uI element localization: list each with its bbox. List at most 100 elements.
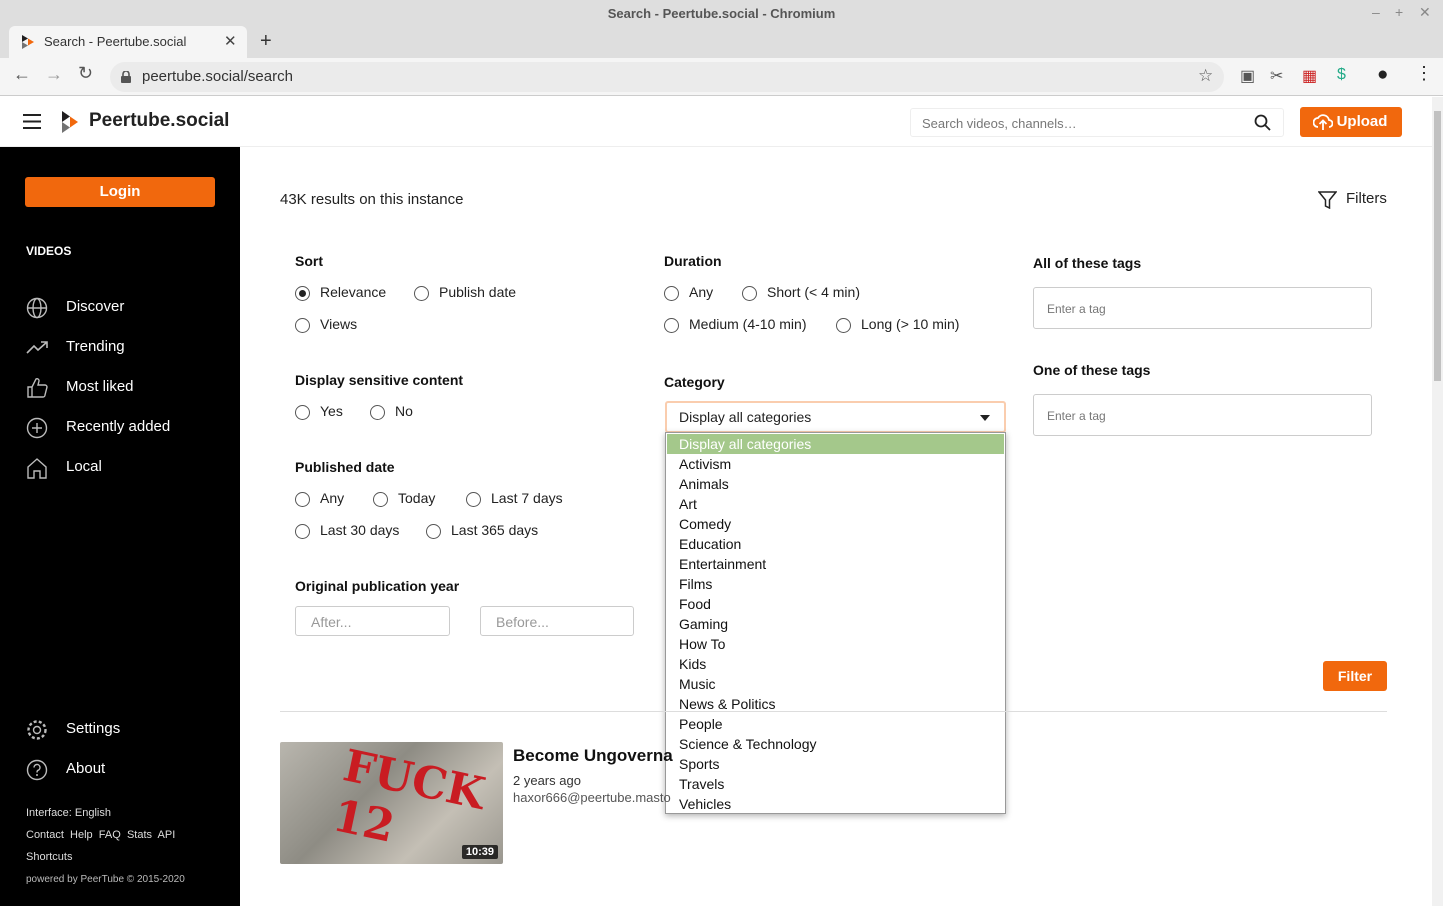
category-option[interactable]: Science & Technology bbox=[667, 734, 1004, 754]
video-thumbnail[interactable]: FUCK 12 10:39 bbox=[280, 742, 503, 864]
site-brand[interactable]: Peertube.social bbox=[89, 110, 229, 132]
menu-kebab-icon[interactable]: ⋮ bbox=[1415, 63, 1433, 84]
api-link[interactable]: API bbox=[158, 829, 176, 841]
sidebar-item-discover[interactable]: Discover bbox=[26, 295, 226, 325]
peertube-favicon-icon bbox=[22, 35, 34, 49]
video-title[interactable]: Become Ungoverna bbox=[513, 746, 673, 766]
category-option[interactable]: Kids bbox=[667, 654, 1004, 674]
category-option[interactable]: Entertainment bbox=[667, 554, 1004, 574]
peertube-logo-icon[interactable] bbox=[62, 111, 78, 133]
settings-label: Settings bbox=[66, 720, 121, 737]
contact-link[interactable]: Contact bbox=[26, 829, 64, 841]
page-scrollbar[interactable] bbox=[1432, 97, 1443, 906]
category-option[interactable]: Gaming bbox=[667, 614, 1004, 634]
category-label: Category bbox=[664, 374, 725, 390]
filters-toggle[interactable]: Filters bbox=[1318, 190, 1387, 209]
extension-s-icon[interactable]: $ bbox=[1337, 66, 1346, 84]
results-count: 43K results on this instance bbox=[280, 191, 464, 208]
shortcuts-link[interactable]: Shortcuts bbox=[26, 851, 72, 863]
search-icon[interactable] bbox=[1254, 114, 1271, 131]
forward-icon[interactable]: → bbox=[45, 64, 63, 85]
lock-icon bbox=[121, 71, 131, 83]
sidebar-item-settings[interactable]: Settings bbox=[26, 717, 226, 747]
original-year-label: Original publication year bbox=[295, 578, 460, 594]
all-tags-input[interactable]: Enter a tag bbox=[1033, 287, 1372, 329]
category-option[interactable]: Art bbox=[667, 494, 1004, 514]
profile-icon[interactable]: ● bbox=[1377, 64, 1388, 86]
category-option[interactable]: Comedy bbox=[667, 514, 1004, 534]
category-option[interactable]: Food bbox=[667, 594, 1004, 614]
category-option[interactable]: Animals bbox=[667, 474, 1004, 494]
bookmark-star-icon[interactable]: ☆ bbox=[1198, 66, 1213, 86]
powered-by: powered by PeerTube © 2015-2020 bbox=[26, 874, 185, 885]
category-option[interactable]: Films bbox=[667, 574, 1004, 594]
category-option[interactable]: Vehicles bbox=[667, 794, 1004, 814]
faq-link[interactable]: FAQ bbox=[99, 829, 121, 841]
maximize-icon[interactable]: + bbox=[1395, 4, 1403, 20]
window-title: Search - Peertube.social - Chromium bbox=[607, 6, 836, 21]
category-selected-value: Display all categories bbox=[679, 409, 812, 425]
extension-tools-icon[interactable]: ✂ bbox=[1270, 66, 1283, 86]
filters-label: Filters bbox=[1346, 190, 1387, 207]
extension-flag-icon[interactable]: ▦ bbox=[1302, 66, 1317, 86]
one-tags-input[interactable]: Enter a tag bbox=[1033, 394, 1372, 436]
address-bar[interactable]: peertube.social/search ☆ bbox=[110, 62, 1224, 92]
new-tab-icon[interactable]: + bbox=[260, 30, 272, 53]
sidebar-item-local[interactable]: Local bbox=[26, 455, 226, 485]
interface-language[interactable]: Interface: English bbox=[26, 807, 111, 819]
upload-cloud-icon bbox=[1313, 114, 1333, 130]
url-text: peertube.social/search bbox=[142, 68, 293, 85]
year-before-input[interactable]: Before... bbox=[480, 606, 634, 636]
footer-links: Contact Help FAQ Stats API bbox=[26, 829, 175, 841]
category-option[interactable]: People bbox=[667, 714, 1004, 734]
login-button[interactable]: Login bbox=[25, 177, 215, 207]
sidebar-item-about[interactable]: About bbox=[26, 757, 226, 787]
upload-label: Upload bbox=[1336, 113, 1388, 130]
window-titlebar: Search - Peertube.social - Chromium – + … bbox=[0, 0, 1443, 58]
sort-label: Sort bbox=[295, 253, 323, 269]
sidebar-item-trending[interactable]: Trending bbox=[26, 335, 226, 365]
upload-button[interactable]: Upload bbox=[1300, 107, 1402, 137]
extension-h-icon[interactable]: ▣ bbox=[1240, 66, 1255, 86]
site-header: Peertube.social Search videos, channels…… bbox=[0, 97, 1432, 147]
help-circle-icon bbox=[26, 759, 48, 781]
back-icon[interactable]: ← bbox=[13, 64, 31, 85]
sidebar-item-label: Discover bbox=[66, 298, 125, 315]
category-dropdown-list: Display all categories Activism Animals … bbox=[665, 432, 1006, 814]
help-link[interactable]: Help bbox=[70, 829, 93, 841]
year-after-input[interactable]: After... bbox=[295, 606, 450, 636]
duration-label: Duration bbox=[664, 253, 722, 269]
stats-link[interactable]: Stats bbox=[127, 829, 152, 841]
sidebar-item-label: Local bbox=[66, 458, 102, 475]
category-select[interactable]: Display all categories bbox=[665, 401, 1006, 433]
trending-icon bbox=[26, 341, 48, 354]
thumbnail-graffiti-text: FUCK 12 bbox=[328, 742, 490, 853]
close-window-icon[interactable]: ✕ bbox=[1419, 4, 1431, 21]
sidebar-item-recently-added[interactable]: Recently added bbox=[26, 415, 226, 445]
video-account[interactable]: haxor666@peertube.masto bbox=[513, 790, 671, 805]
category-option[interactable]: Display all categories bbox=[667, 434, 1004, 454]
scrollbar-thumb[interactable] bbox=[1434, 111, 1441, 381]
minimize-icon[interactable]: – bbox=[1372, 4, 1380, 20]
about-label: About bbox=[66, 760, 106, 777]
category-option[interactable]: Music bbox=[667, 674, 1004, 694]
category-option[interactable]: Activism bbox=[667, 454, 1004, 474]
globe-icon bbox=[26, 297, 48, 319]
category-option[interactable]: Travels bbox=[667, 774, 1004, 794]
sidebar-item-most-liked[interactable]: Most liked bbox=[26, 375, 226, 405]
sidebar: Login VIDEOS Discover Trending Most like… bbox=[0, 147, 240, 906]
filter-button[interactable]: Filter bbox=[1323, 661, 1387, 691]
video-duration-badge: 10:39 bbox=[461, 845, 498, 859]
category-option[interactable]: Education bbox=[667, 534, 1004, 554]
reload-icon[interactable]: ↻ bbox=[78, 63, 93, 84]
home-icon bbox=[27, 458, 47, 479]
one-tags-label: One of these tags bbox=[1033, 362, 1151, 378]
browser-tab[interactable]: Search - Peertube.social ✕ bbox=[9, 26, 247, 58]
category-option[interactable]: How To bbox=[667, 634, 1004, 654]
hamburger-menu-icon[interactable] bbox=[23, 114, 41, 129]
tab-close-icon[interactable]: ✕ bbox=[224, 32, 237, 50]
plus-circle-icon bbox=[26, 417, 48, 439]
tab-title: Search - Peertube.social bbox=[44, 34, 187, 49]
category-option[interactable]: Sports bbox=[667, 754, 1004, 774]
search-input[interactable]: Search videos, channels… bbox=[910, 108, 1284, 137]
